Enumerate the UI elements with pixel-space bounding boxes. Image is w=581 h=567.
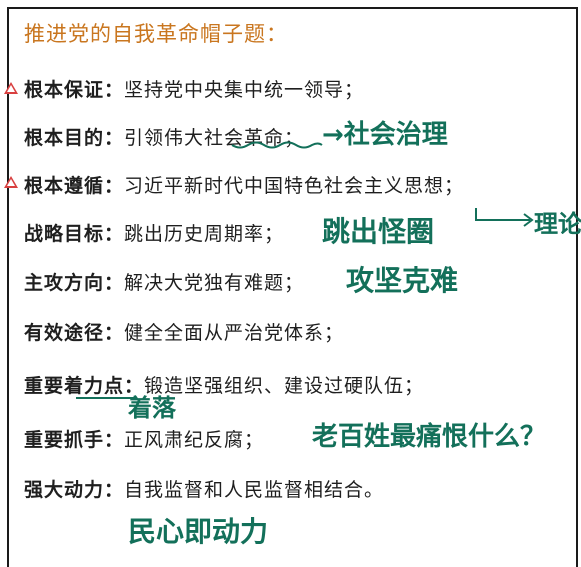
- handwritten-note: 民心即动力: [128, 515, 269, 548]
- handwritten-note: 理论: [534, 210, 581, 238]
- handwritten-note: →社会治理: [322, 120, 448, 150]
- handwritten-note: 跳出怪圈: [322, 215, 435, 248]
- handwritten-note: 着落: [128, 394, 176, 422]
- handwritten-note: 老百姓最痛恨什么？: [312, 422, 547, 452]
- handwritten-note: 攻坚克难: [346, 264, 459, 297]
- arrow-line: [475, 208, 530, 221]
- handwriting-strokes: [76, 141, 534, 399]
- wavy-underline: [231, 141, 323, 149]
